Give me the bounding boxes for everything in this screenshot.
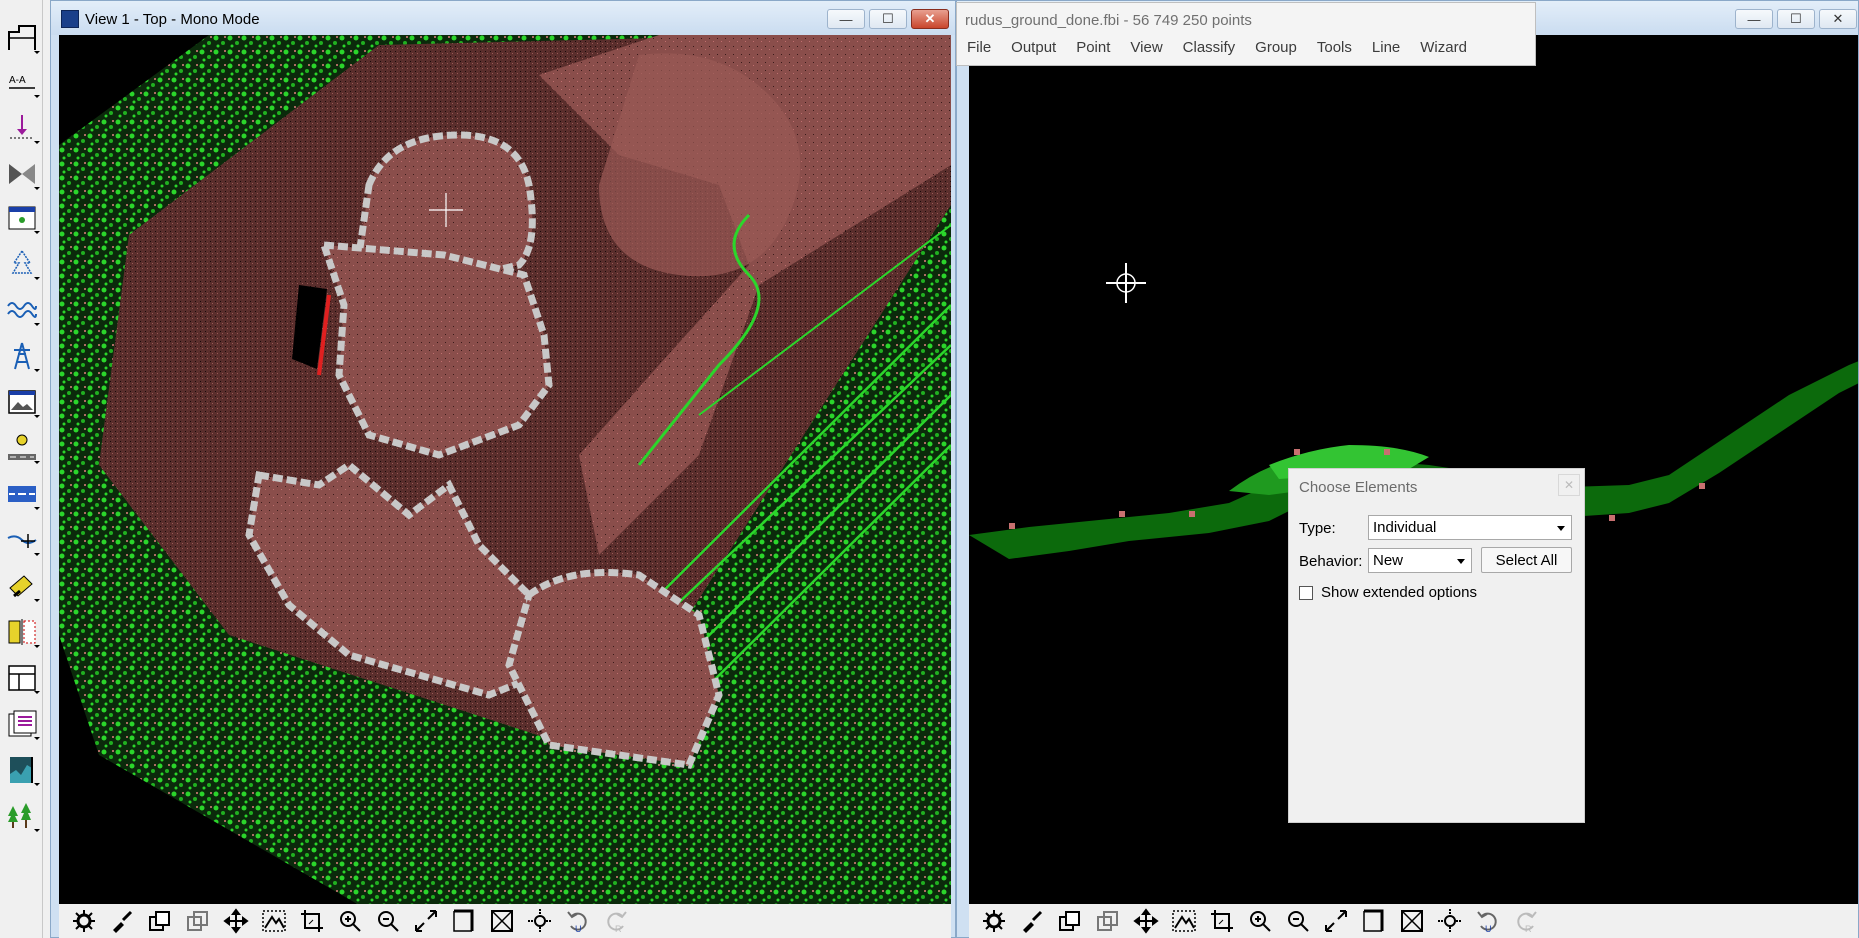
menu-group[interactable]: Group bbox=[1245, 39, 1307, 56]
stack-icon[interactable] bbox=[1091, 906, 1125, 936]
frame-icon[interactable] bbox=[1357, 906, 1391, 936]
svg-text:U: U bbox=[575, 924, 582, 934]
menu-view[interactable]: View bbox=[1120, 39, 1172, 56]
zoom-in-icon[interactable] bbox=[1243, 906, 1277, 936]
copy-icon[interactable] bbox=[143, 906, 177, 936]
fit-view-icon[interactable] bbox=[1319, 906, 1353, 936]
brush-icon[interactable] bbox=[105, 906, 139, 936]
cursor-settings-icon[interactable] bbox=[523, 906, 557, 936]
menu-classify[interactable]: Classify bbox=[1173, 39, 1246, 56]
section-tool-icon[interactable]: A-A bbox=[4, 64, 40, 100]
view1-maximize-button[interactable]: ☐ bbox=[869, 9, 907, 29]
menu-tools[interactable]: Tools bbox=[1307, 39, 1362, 56]
left-toolbar: A-A bbox=[0, 0, 43, 938]
project-file-title: rudus_ground_done.fbi - 56 749 250 point… bbox=[965, 12, 1252, 29]
copy-icon[interactable] bbox=[1053, 906, 1087, 936]
svg-text:R: R bbox=[1525, 924, 1532, 934]
compare-tool-icon[interactable] bbox=[4, 614, 40, 650]
draw-tool-icon[interactable] bbox=[4, 20, 40, 56]
crop-icon[interactable] bbox=[1205, 906, 1239, 936]
behavior-select[interactable]: New bbox=[1368, 548, 1472, 573]
show-extended-options-checkbox[interactable] bbox=[1299, 586, 1313, 600]
extent-icon[interactable] bbox=[485, 906, 519, 936]
fit-view-icon[interactable] bbox=[409, 906, 443, 936]
type-select[interactable]: Individual bbox=[1368, 515, 1572, 540]
settings-icon[interactable] bbox=[977, 906, 1011, 936]
profile-tool-icon[interactable] bbox=[4, 752, 40, 788]
point-tool-icon[interactable] bbox=[4, 110, 40, 146]
view1-title: View 1 - Top - Mono Mode bbox=[85, 11, 260, 28]
view1-window: View 1 - Top - Mono Mode — ☐ ✕ U R bbox=[50, 0, 956, 938]
type-label: Type: bbox=[1299, 520, 1336, 537]
report-tool-icon[interactable] bbox=[4, 706, 40, 742]
zoom-out-icon[interactable] bbox=[371, 906, 405, 936]
view1-minimize-button[interactable]: — bbox=[827, 9, 865, 29]
dialog-close-button[interactable]: ✕ bbox=[1558, 474, 1580, 496]
menu-wizard[interactable]: Wizard bbox=[1410, 39, 1477, 56]
view2-minimize-button[interactable]: — bbox=[1735, 9, 1773, 29]
view2-close-button[interactable]: ✕ bbox=[1819, 9, 1857, 29]
view2-maximize-button[interactable]: ☐ bbox=[1777, 9, 1815, 29]
stack-icon[interactable] bbox=[181, 906, 215, 936]
crop-icon[interactable] bbox=[295, 906, 329, 936]
zoom-in-icon[interactable] bbox=[333, 906, 367, 936]
brush-icon[interactable] bbox=[1015, 906, 1049, 936]
choose-elements-dialog: Choose Elements ✕ Type: Individual Behav… bbox=[1288, 468, 1585, 823]
view1-titlebar[interactable]: View 1 - Top - Mono Mode — ☐ ✕ bbox=[51, 1, 955, 35]
undo-icon[interactable]: U bbox=[561, 906, 595, 936]
view-tool-icon[interactable] bbox=[4, 200, 40, 236]
menu-file[interactable]: File bbox=[957, 39, 1001, 56]
menu-line[interactable]: Line bbox=[1362, 39, 1410, 56]
show-extended-options-label[interactable]: Show extended options bbox=[1321, 584, 1477, 601]
view1-bottom-toolbar: U R bbox=[59, 904, 951, 938]
tower-tool-icon[interactable] bbox=[4, 338, 40, 374]
frame-icon[interactable] bbox=[447, 906, 481, 936]
settings-icon[interactable] bbox=[67, 906, 101, 936]
app-icon bbox=[61, 10, 79, 28]
terrain-icon[interactable] bbox=[257, 906, 291, 936]
svg-text:A-A: A-A bbox=[9, 75, 26, 86]
wave-tool-icon[interactable] bbox=[4, 292, 40, 328]
tree-tool-icon[interactable] bbox=[4, 246, 40, 282]
chevron-down-icon bbox=[1557, 526, 1565, 531]
menu-point[interactable]: Point bbox=[1066, 39, 1120, 56]
svg-text:R: R bbox=[615, 924, 622, 934]
cursor-settings-icon[interactable] bbox=[1433, 906, 1467, 936]
image-tool-icon[interactable] bbox=[4, 384, 40, 420]
undo-icon[interactable]: U bbox=[1471, 906, 1505, 936]
behavior-label: Behavior: bbox=[1299, 553, 1363, 570]
behavior-select-value: New bbox=[1373, 552, 1404, 569]
view1-close-button[interactable]: ✕ bbox=[911, 9, 949, 29]
terrain-icon[interactable] bbox=[1167, 906, 1201, 936]
type-select-value: Individual bbox=[1373, 519, 1437, 536]
menu-bar: File Output Point View Classify Group To… bbox=[957, 39, 1477, 56]
pan-icon[interactable] bbox=[1129, 906, 1163, 936]
point-cloud-top-view bbox=[59, 35, 951, 905]
extent-icon[interactable] bbox=[1395, 906, 1429, 936]
road-tool-icon[interactable] bbox=[4, 430, 40, 466]
pan-icon[interactable] bbox=[219, 906, 253, 936]
paint-tool-icon[interactable] bbox=[4, 568, 40, 604]
model-tool-icon[interactable] bbox=[4, 156, 40, 192]
chevron-down-icon bbox=[1457, 559, 1465, 564]
lane-tool-icon[interactable] bbox=[4, 476, 40, 512]
redo-icon[interactable]: R bbox=[1509, 906, 1543, 936]
dialog-title: Choose Elements bbox=[1299, 479, 1418, 496]
view1-viewport[interactable] bbox=[59, 35, 951, 905]
svg-text:U: U bbox=[1485, 924, 1492, 934]
layout-tool-icon[interactable] bbox=[4, 660, 40, 696]
zoom-out-icon[interactable] bbox=[1281, 906, 1315, 936]
menu-output[interactable]: Output bbox=[1001, 39, 1066, 56]
select-all-button[interactable]: Select All bbox=[1481, 547, 1572, 573]
view2-bottom-toolbar: U R bbox=[969, 904, 1858, 938]
line-tool-icon[interactable] bbox=[4, 522, 40, 558]
forest-tool-icon[interactable] bbox=[4, 798, 40, 834]
app-menu-window: rudus_ground_done.fbi - 56 749 250 point… bbox=[956, 2, 1536, 66]
redo-icon[interactable]: R bbox=[599, 906, 633, 936]
